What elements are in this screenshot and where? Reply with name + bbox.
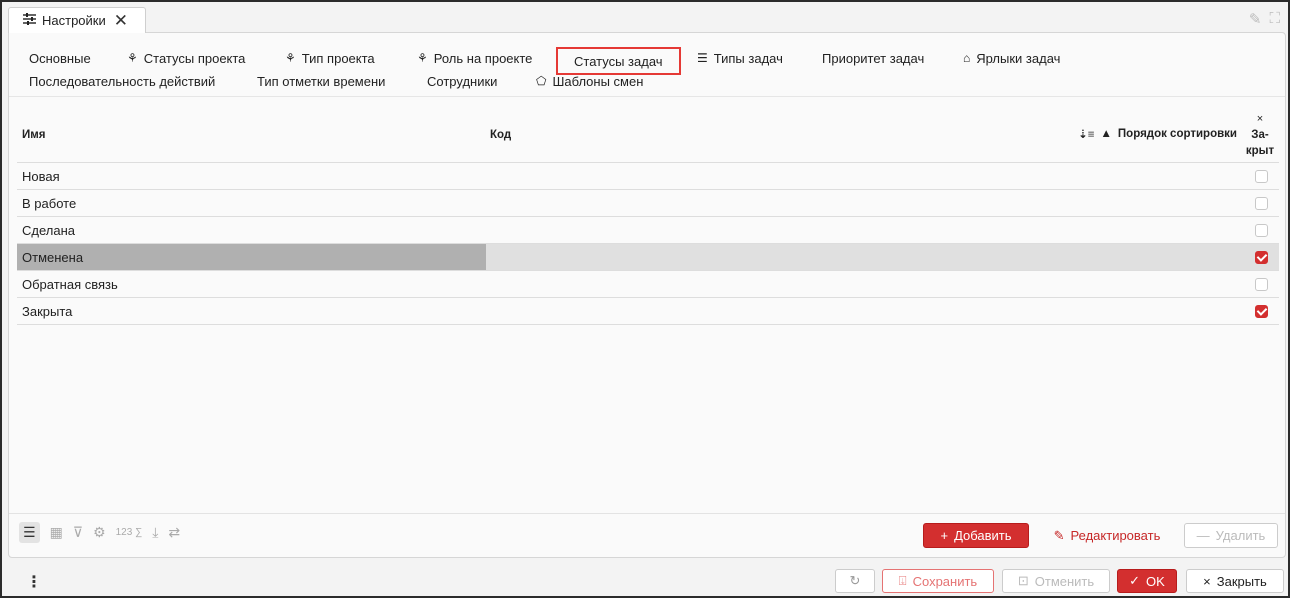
edit-icon: ✎ xyxy=(1053,527,1065,543)
window-tab-settings[interactable]: Настройки ✕ xyxy=(8,7,146,33)
hierarchy-icon: ⚘ xyxy=(127,51,138,65)
column-sort-order[interactable]: ⇣≡ ▲ Порядок сортировки xyxy=(1078,127,1237,141)
column-code[interactable]: Код xyxy=(490,129,511,141)
task-statuses-table: Имя Код ⇣≡ ▲ Порядок сортировки × За- кр… xyxy=(17,107,1279,325)
tab-shift-templates[interactable]: ⬠ Шаблоны смен xyxy=(536,70,643,92)
save-button[interactable]: ⍗ Сохранить xyxy=(882,569,994,593)
sort-icon[interactable]: ⇣≡ xyxy=(1078,127,1094,141)
column-closed[interactable]: × За- крыт xyxy=(1243,111,1277,159)
delete-button[interactable]: — Удалить xyxy=(1184,523,1278,548)
gear-icon[interactable]: ⚙ xyxy=(93,524,106,541)
tab-project-statuses[interactable]: ⚘ Статусы проекта xyxy=(127,47,245,69)
tab-project-role[interactable]: ⚘ Роль на проекте xyxy=(417,47,532,69)
window-tab-label: Настройки xyxy=(42,13,106,28)
table-row[interactable]: В работе xyxy=(17,190,1279,217)
tab-employees[interactable]: Сотрудники xyxy=(427,70,497,92)
hierarchy-icon: ⚘ xyxy=(285,51,296,65)
ok-button[interactable]: ✓ OK xyxy=(1117,569,1177,593)
close-button[interactable]: × Закрыть xyxy=(1186,569,1284,593)
column-name[interactable]: Имя xyxy=(22,129,45,141)
closed-checkbox[interactable] xyxy=(1255,278,1268,291)
closed-checkbox[interactable] xyxy=(1255,305,1268,318)
sliders-icon xyxy=(23,13,36,28)
table-row[interactable]: Сделана xyxy=(17,217,1279,244)
table-row[interactable]: Закрыта xyxy=(17,298,1279,325)
settings-panel: Основные ⚘ Статусы проекта ⚘ Тип проекта ⚘… xyxy=(8,32,1286,558)
fullscreen-icon[interactable]: ⛶ xyxy=(1269,10,1280,28)
hierarchy-icon: ⚘ xyxy=(417,51,428,65)
sync-icon[interactable]: ⇄ xyxy=(168,524,180,541)
cancel-button[interactable]: ⊡ Отменить xyxy=(1002,569,1110,593)
table-row[interactable]: Обратная связь xyxy=(17,271,1279,298)
filter-icon[interactable]: ⊽ xyxy=(73,524,83,541)
tab-task-types[interactable]: ☰ Типы задач xyxy=(697,47,783,69)
table-row[interactable]: Новая xyxy=(17,163,1279,190)
save-icon: ⍗ xyxy=(898,573,907,588)
list-icon: ☰ xyxy=(697,51,708,65)
tab-task-labels[interactable]: ⌂ Ярлыки задач xyxy=(963,47,1060,69)
table-header: Имя Код ⇣≡ ▲ Порядок сортировки × За- кр… xyxy=(17,107,1279,163)
clear-filter-icon[interactable]: × xyxy=(1243,111,1277,127)
tab-project-type[interactable]: ⚘ Тип проекта xyxy=(285,47,375,69)
list-view-icon[interactable]: ☰ xyxy=(19,522,40,543)
app-frame: Настройки ✕ ✎ ⛶ Основные ⚘ Статусы проект… xyxy=(0,0,1290,598)
tab-task-priority[interactable]: Приоритет задач xyxy=(822,47,924,69)
close-icon[interactable]: ✕ xyxy=(114,12,128,29)
sum-icon[interactable]: 123 ∑ xyxy=(116,527,143,538)
refresh-icon: ↻ xyxy=(849,573,861,588)
tag-icon: ⌂ xyxy=(963,51,971,65)
shapes-icon: ⬠ xyxy=(536,74,547,88)
tab-basic[interactable]: Основные xyxy=(29,47,91,69)
minus-icon: — xyxy=(1196,528,1210,543)
tab-time-mark-type[interactable]: Тип отметки времени xyxy=(257,70,385,92)
download-icon[interactable]: ⤓ xyxy=(152,524,158,541)
pencil-icon[interactable]: ✎ xyxy=(1249,10,1262,28)
close-icon: × xyxy=(1203,573,1211,589)
table-row-selected[interactable]: Отменена xyxy=(17,244,1279,271)
closed-checkbox[interactable] xyxy=(1255,170,1268,183)
edit-button[interactable]: ✎ Редактировать xyxy=(1045,523,1169,548)
refresh-button[interactable]: ↻ xyxy=(835,569,875,593)
add-button[interactable]: + Добавить xyxy=(923,523,1029,548)
closed-checkbox[interactable] xyxy=(1255,224,1268,237)
check-icon: ✓ xyxy=(1129,573,1141,588)
closed-checkbox[interactable] xyxy=(1255,251,1268,264)
table-toolbar: ☰ ▦ ⊽ ⚙ 123 ∑ ⤓ ⇄ + Добавить ✎ Редактирова… xyxy=(9,513,1285,557)
settings-tabs: Основные ⚘ Статусы проекта ⚘ Тип проекта ⚘… xyxy=(9,33,1285,97)
dialog-footer: ⋮ ↻ ⍗ Сохранить ⊡ Отменить ✓ OK × Закрыть xyxy=(4,564,1290,598)
grid-view-icon[interactable]: ▦ xyxy=(50,524,63,541)
closed-checkbox[interactable] xyxy=(1255,197,1268,210)
selected-cell xyxy=(17,244,486,270)
cancel-icon: ⊡ xyxy=(1017,573,1029,588)
tab-action-sequence[interactable]: Последовательность действий xyxy=(29,70,215,92)
sort-asc-icon: ▲ xyxy=(1100,128,1112,140)
plus-icon: + xyxy=(940,528,949,543)
more-vertical-icon[interactable]: ⋮ xyxy=(26,572,42,592)
